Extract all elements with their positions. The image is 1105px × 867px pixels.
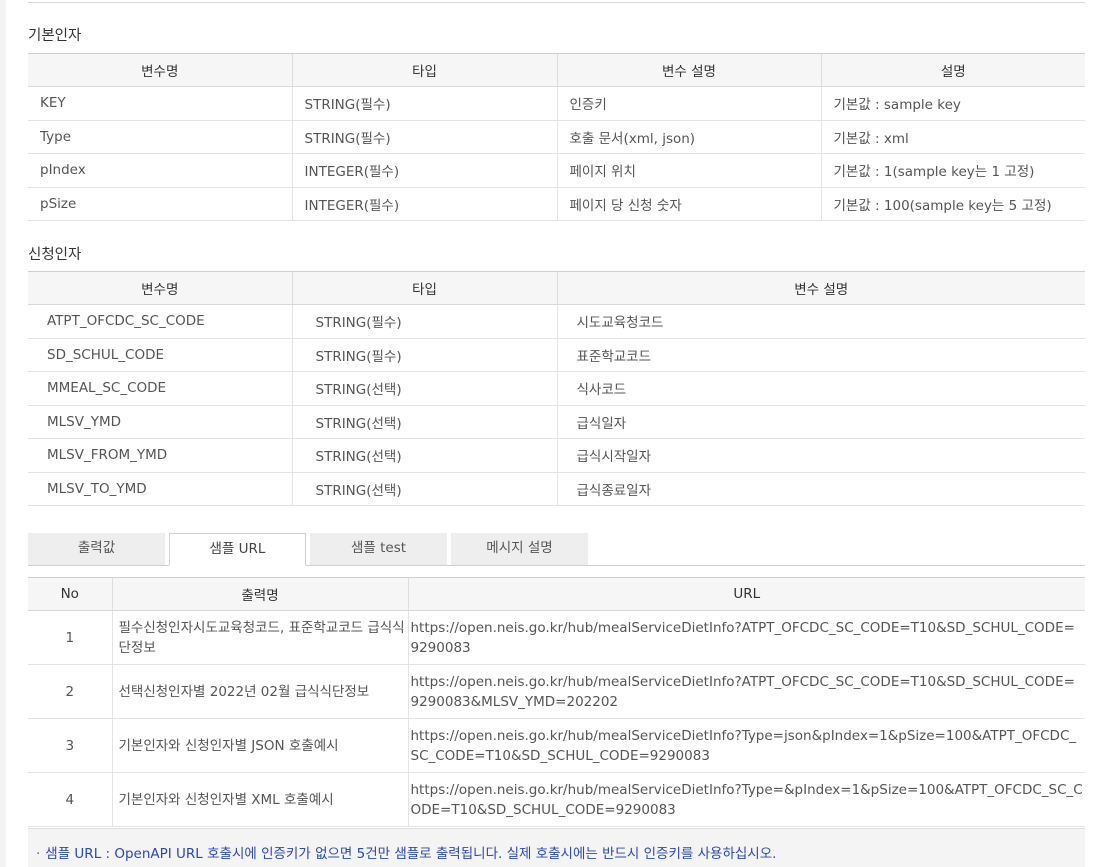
cell-desc: 기본값 : 100(sample key는 5 고정): [820, 187, 1085, 221]
cell-var-name: Type: [28, 120, 292, 154]
cell-var-desc: 페이지 위치: [556, 153, 821, 188]
cell-type: STRING(필수): [291, 120, 557, 154]
table-header-row: No 출력명 URL: [28, 577, 1085, 611]
basic-params-table: 변수명 타입 변수 설명 설명 KEY STRING(필수) 인증키 기본값 :…: [28, 53, 1085, 221]
tab-message-desc[interactable]: 메시지 설명: [451, 533, 588, 565]
sample-url-link[interactable]: https://open.neis.go.kr/hub/mealServiceD…: [407, 772, 1085, 827]
cell-type: STRING(선택): [291, 438, 557, 473]
table-header-row: 변수명 타입 변수 설명 설명: [28, 53, 1085, 87]
cell-var-desc: 급식종료일자: [556, 472, 1085, 506]
cell-var-name: MLSV_FROM_YMD: [28, 438, 292, 473]
request-params-title: 신청인자: [28, 247, 82, 263]
cell-output-name: 기본인자와 신청인자별 JSON 호출예시: [111, 718, 408, 773]
table-row: KEY STRING(필수) 인증키 기본값 : sample key: [28, 86, 1085, 121]
table-header-row: 변수명 타입 변수 설명: [28, 271, 1085, 305]
tab-sample-test[interactable]: 샘플 test: [310, 533, 447, 565]
left-edge-strip: [0, 0, 6, 867]
table-row: ATPT_OFCDC_SC_CODE STRING(필수) 시도교육청코드: [28, 304, 1085, 339]
header-type: 타입: [291, 53, 557, 87]
cell-var-desc: 표준학교코드: [556, 338, 1085, 372]
basic-params-title: 기본인자: [28, 28, 82, 44]
cell-type: STRING(선택): [291, 371, 557, 406]
table-row: MLSV_YMD STRING(선택) 급식일자: [28, 405, 1085, 439]
cell-type: STRING(선택): [291, 472, 557, 506]
table-row: 1 필수신청인자시도교육청코드, 표준학교코드 급식식단정보 https://o…: [28, 610, 1085, 665]
cell-var-name: MLSV_YMD: [28, 405, 292, 439]
table-row: MMEAL_SC_CODE STRING(선택) 식사코드: [28, 371, 1085, 406]
cell-type: INTEGER(필수): [291, 153, 557, 188]
header-var-desc: 변수 설명: [556, 53, 821, 87]
header-no: No: [28, 577, 112, 611]
header-desc: 설명: [820, 53, 1085, 87]
tab-sample-url[interactable]: 샘플 URL: [169, 533, 306, 566]
cell-var-name: MLSV_TO_YMD: [28, 472, 292, 506]
sample-url-note: · 샘플 URL : OpenAPI URL 호출시에 인증키가 없으면 5건만 …: [28, 828, 1085, 867]
table-row: SD_SCHUL_CODE STRING(필수) 표준학교코드: [28, 338, 1085, 372]
tab-output-values[interactable]: 출력값: [28, 533, 165, 565]
sample-url-link[interactable]: https://open.neis.go.kr/hub/mealServiceD…: [407, 664, 1085, 719]
header-var-desc: 변수 설명: [556, 271, 1085, 305]
bullet-dot: ·: [36, 846, 41, 862]
top-divider: [28, 2, 1085, 3]
table-row: 3 기본인자와 신청인자별 JSON 호출예시 https://open.nei…: [28, 718, 1085, 773]
header-var-name: 변수명: [28, 271, 292, 305]
cell-var-desc: 페이지 당 신청 숫자: [556, 187, 821, 221]
cell-var-desc: 식사코드: [556, 371, 1085, 406]
table-row: pSize INTEGER(필수) 페이지 당 신청 숫자 기본값 : 100(…: [28, 187, 1085, 221]
cell-type: STRING(필수): [291, 338, 557, 372]
cell-type: INTEGER(필수): [291, 187, 557, 221]
table-row: MLSV_FROM_YMD STRING(선택) 급식시작일자: [28, 438, 1085, 473]
header-type: 타입: [291, 271, 557, 305]
note-text: 샘플 URL : OpenAPI URL 호출시에 인증키가 없으면 5건만 샘…: [45, 846, 777, 862]
cell-no: 1: [28, 610, 112, 665]
request-params-table: 변수명 타입 변수 설명 ATPT_OFCDC_SC_CODE STRING(필…: [28, 271, 1085, 506]
cell-var-name: SD_SCHUL_CODE: [28, 338, 292, 372]
cell-output-name: 필수신청인자시도교육청코드, 표준학교코드 급식식단정보: [111, 610, 408, 665]
header-var-name: 변수명: [28, 53, 292, 87]
cell-desc: 기본값 : xml: [820, 120, 1085, 154]
sample-url-link[interactable]: https://open.neis.go.kr/hub/mealServiceD…: [407, 718, 1085, 773]
cell-no: 3: [28, 718, 112, 773]
cell-var-name: ATPT_OFCDC_SC_CODE: [28, 304, 292, 339]
table-row: Type STRING(필수) 호출 문서(xml, json) 기본값 : x…: [28, 120, 1085, 154]
cell-var-name: KEY: [28, 86, 292, 121]
cell-var-desc: 급식일자: [556, 405, 1085, 439]
cell-var-desc: 호출 문서(xml, json): [556, 120, 821, 154]
table-row: pIndex INTEGER(필수) 페이지 위치 기본값 : 1(sample…: [28, 153, 1085, 188]
cell-var-name: pIndex: [28, 153, 292, 188]
cell-var-desc: 인증키: [556, 86, 821, 121]
header-url: URL: [407, 577, 1085, 611]
cell-var-desc: 급식시작일자: [556, 438, 1085, 473]
cell-no: 4: [28, 772, 112, 827]
cell-var-desc: 시도교육청코드: [556, 304, 1085, 339]
cell-output-name: 선택신청인자별 2022년 02월 급식식단정보: [111, 664, 408, 719]
cell-output-name: 기본인자와 신청인자별 XML 호출예시: [111, 772, 408, 827]
cell-type: STRING(필수): [291, 86, 557, 121]
cell-var-name: MMEAL_SC_CODE: [28, 371, 292, 406]
cell-var-name: pSize: [28, 187, 292, 221]
cell-desc: 기본값 : sample key: [820, 86, 1085, 121]
sample-url-table: No 출력명 URL 1 필수신청인자시도교육청코드, 표준학교코드 급식식단정…: [28, 577, 1085, 827]
result-tabs: 출력값 샘플 URL 샘플 test 메시지 설명: [28, 533, 1085, 566]
sample-url-link[interactable]: https://open.neis.go.kr/hub/mealServiceD…: [407, 610, 1085, 665]
table-row: 2 선택신청인자별 2022년 02월 급식식단정보 https://open.…: [28, 664, 1085, 719]
table-row: 4 기본인자와 신청인자별 XML 호출예시 https://open.neis…: [28, 772, 1085, 827]
cell-desc: 기본값 : 1(sample key는 1 고정): [820, 153, 1085, 188]
header-output-name: 출력명: [111, 577, 408, 611]
table-row: MLSV_TO_YMD STRING(선택) 급식종료일자: [28, 472, 1085, 506]
cell-type: STRING(필수): [291, 304, 557, 339]
cell-no: 2: [28, 664, 112, 719]
cell-type: STRING(선택): [291, 405, 557, 439]
